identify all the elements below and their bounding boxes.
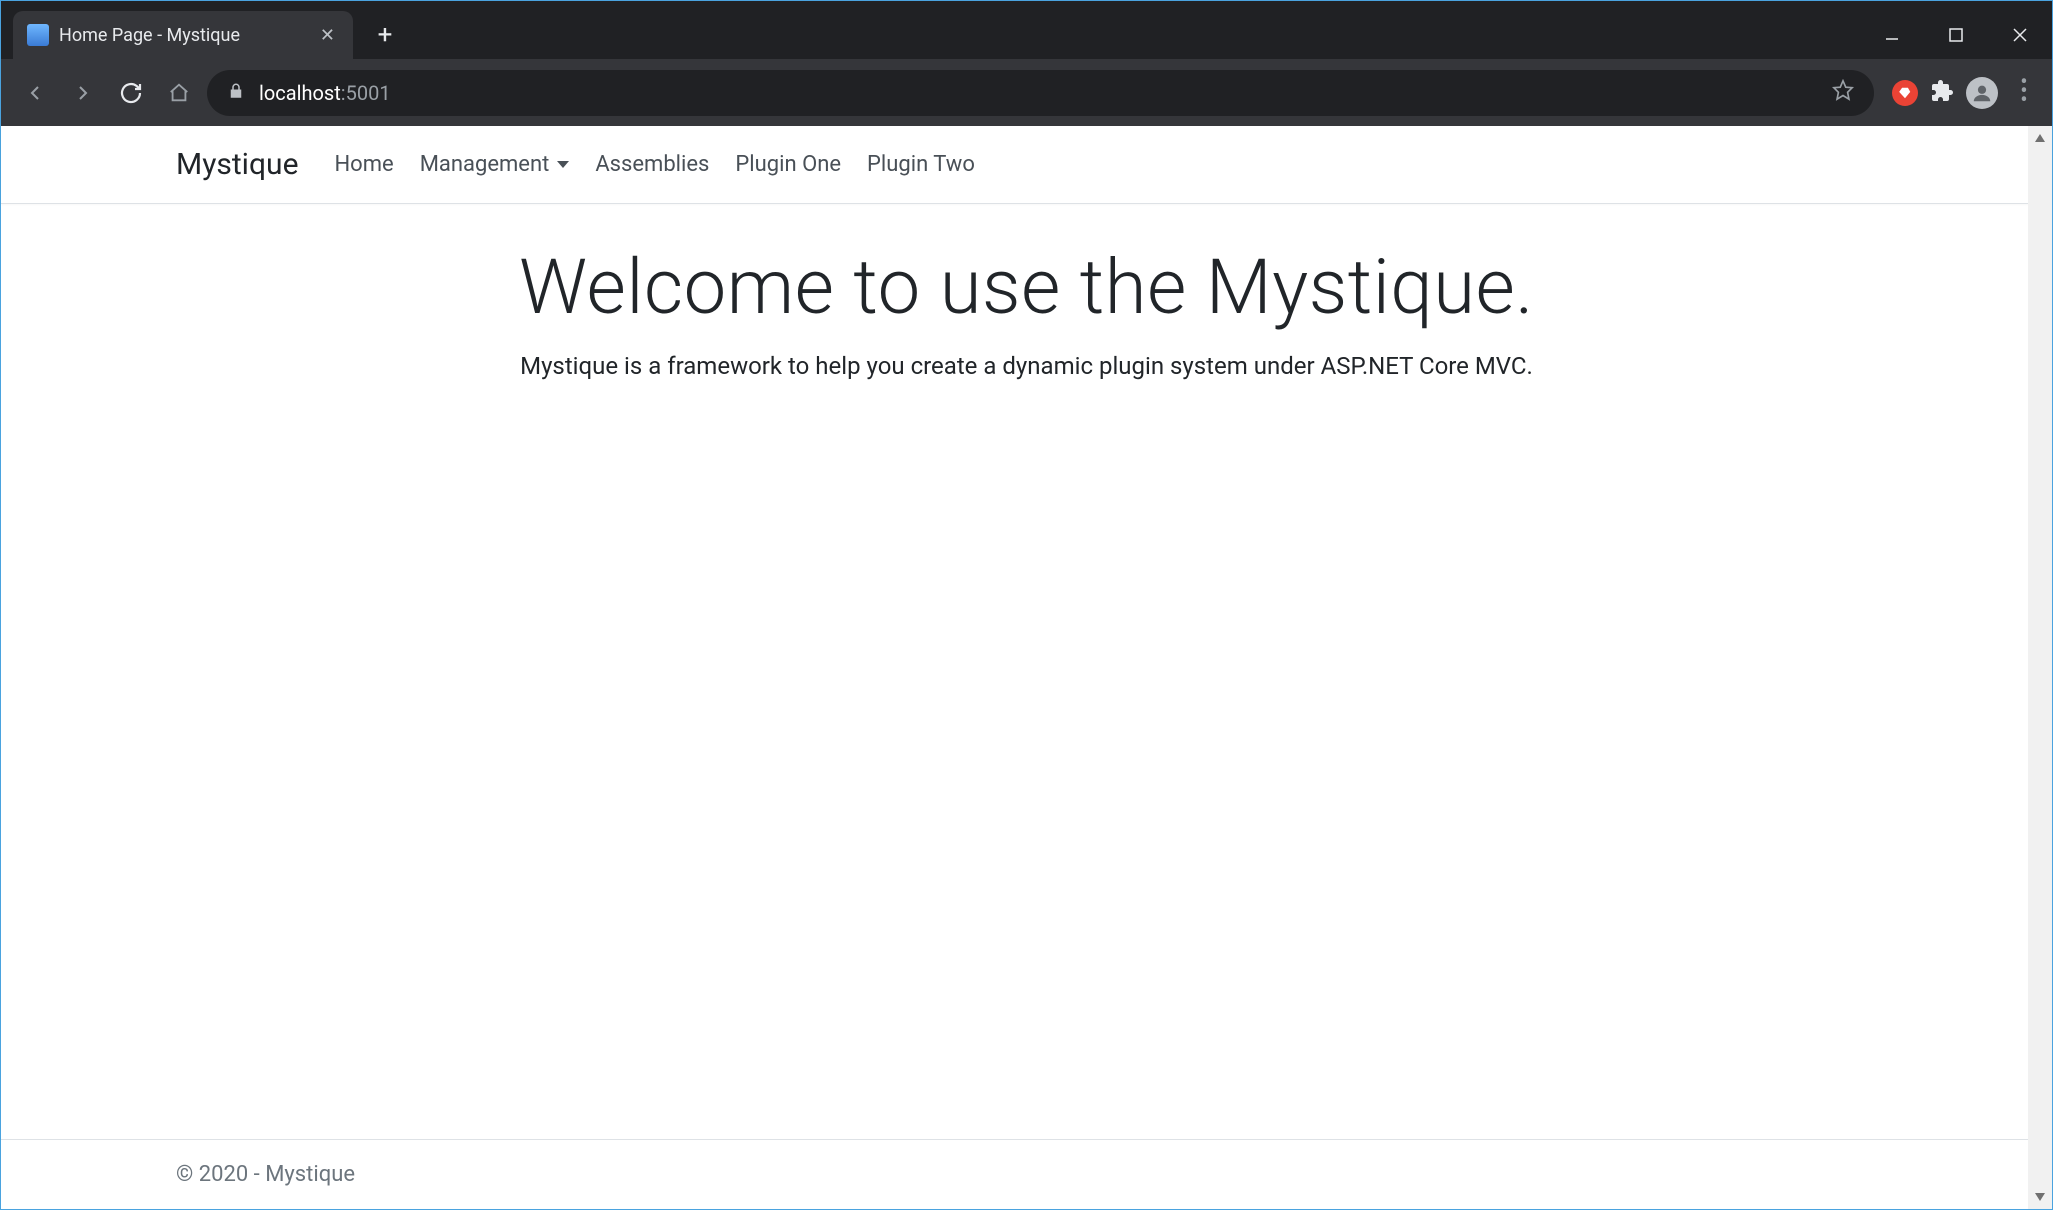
scroll-down-icon[interactable]	[2028, 1185, 2052, 1209]
forward-button[interactable]	[63, 73, 103, 113]
brand-link[interactable]: Mystique	[176, 147, 298, 182]
window-controls	[1860, 11, 2052, 59]
nav-link-management[interactable]: Management	[420, 152, 570, 177]
tab-title: Home Page - Mystique	[59, 25, 306, 46]
nav-link-plugin-one[interactable]: Plugin One	[735, 152, 841, 177]
favicon-icon	[27, 24, 49, 46]
close-tab-icon[interactable]: ✕	[316, 25, 339, 46]
lock-icon	[227, 81, 245, 105]
page-viewport: Mystique Home Management Assemblies Plug…	[1, 126, 2052, 1209]
chevron-down-icon	[557, 161, 569, 168]
nav-link-plugin-two[interactable]: Plugin Two	[867, 152, 975, 177]
nav-link-home[interactable]: Home	[334, 152, 393, 177]
back-button[interactable]	[15, 73, 55, 113]
extensions-button[interactable]	[1930, 79, 1954, 107]
hero-title: Welcome to use the Mystique.	[519, 242, 1534, 332]
nav-link-label: Plugin Two	[867, 152, 975, 177]
site-navbar: Mystique Home Management Assemblies Plug…	[1, 126, 2052, 204]
new-tab-button[interactable]: +	[365, 15, 405, 55]
bookmark-star-icon[interactable]	[1832, 79, 1854, 106]
tab-strip: Home Page - Mystique ✕ +	[1, 1, 2052, 59]
site-footer: © 2020 - Mystique	[1, 1139, 2052, 1209]
extension-adblock-icon[interactable]	[1892, 80, 1918, 106]
url-text: localhost:5001	[259, 81, 391, 105]
profile-avatar[interactable]	[1966, 77, 1998, 109]
scroll-up-icon[interactable]	[2028, 126, 2052, 150]
vertical-scrollbar[interactable]	[2028, 126, 2052, 1209]
hero-subtitle: Mystique is a framework to help you crea…	[520, 352, 1533, 380]
url-port: :5001	[341, 81, 391, 105]
reload-button[interactable]	[111, 73, 151, 113]
address-bar[interactable]: localhost:5001	[207, 70, 1874, 116]
extensions-area: •••	[1882, 77, 2038, 109]
browser-tab[interactable]: Home Page - Mystique ✕	[13, 11, 353, 59]
page-main: Welcome to use the Mystique. Mystique is…	[1, 204, 2052, 1139]
minimize-button[interactable]	[1860, 11, 1924, 59]
footer-text: © 2020 - Mystique	[176, 1162, 355, 1187]
home-button[interactable]	[159, 73, 199, 113]
browser-toolbar: localhost:5001 •••	[1, 59, 2052, 126]
browser-chrome: Home Page - Mystique ✕ +	[1, 1, 2052, 126]
browser-menu-button[interactable]: •••	[2010, 79, 2038, 105]
nav-link-label: Plugin One	[735, 152, 841, 177]
close-window-button[interactable]	[1988, 11, 2052, 59]
nav-link-label: Management	[420, 152, 550, 177]
nav-link-label: Home	[334, 152, 393, 177]
url-host: localhost	[259, 81, 341, 105]
maximize-button[interactable]	[1924, 11, 1988, 59]
nav-link-label: Assemblies	[595, 152, 709, 177]
nav-link-assemblies[interactable]: Assemblies	[595, 152, 709, 177]
